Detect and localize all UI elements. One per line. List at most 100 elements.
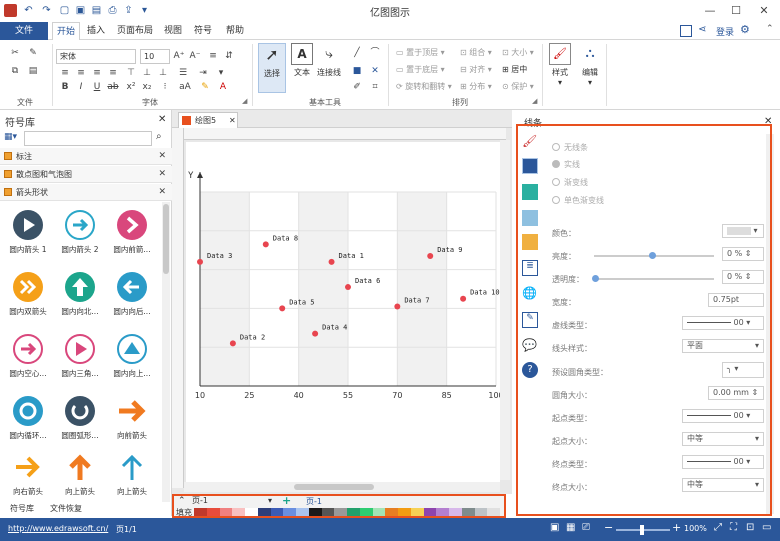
shape-item[interactable]: 圆内双箭头 — [2, 268, 54, 328]
drawing-page[interactable]: Y 10 25 40 55 70 85 100 Data 8 Data 3 Data 1 Data 9… — [186, 142, 504, 482]
shape-item[interactable]: 圆内箭头 1 — [2, 206, 54, 266]
width-input[interactable]: 0.75pt — [708, 293, 764, 307]
case-icon[interactable]: aA — [178, 80, 192, 94]
cut-icon[interactable]: ✂ — [8, 46, 22, 60]
window-icon[interactable]: ▭ — [762, 522, 771, 533]
font-name-select[interactable]: 宋体 — [56, 49, 136, 64]
minimize-button[interactable]: — — [700, 3, 720, 19]
bottom-align-icon[interactable]: ⊥ — [156, 66, 170, 80]
align-right-icon[interactable]: ≡ — [90, 66, 104, 80]
chevron-up-icon[interactable]: ⌃ — [178, 496, 186, 506]
align-button[interactable]: ⊟ 对齐 ▾ — [460, 64, 492, 75]
page-pane-icon[interactable]: ≣ — [522, 260, 538, 276]
tab-home[interactable]: 开始 — [52, 22, 80, 40]
redo-icon[interactable]: ↷ — [40, 4, 53, 17]
tab-insert[interactable]: 插入 — [82, 22, 110, 40]
help-pane-icon[interactable]: ? — [522, 362, 538, 378]
bold-icon[interactable]: B — [58, 80, 72, 94]
size-button[interactable]: ⊡ 大小 ▾ — [502, 47, 534, 58]
print-icon[interactable]: ⎙ — [106, 4, 119, 17]
center-button[interactable]: ⊞ 居中 — [502, 64, 527, 75]
save-icon[interactable]: ▤ — [90, 4, 103, 17]
font-dialog-launcher-icon[interactable]: ◢ — [242, 97, 247, 105]
maximize-button[interactable]: ☐ — [726, 3, 746, 19]
distribute-button[interactable]: ⊞ 分布 ▾ — [460, 81, 492, 92]
presentation-icon[interactable]: ⎚ — [582, 522, 590, 533]
shape-item[interactable]: 圆内向北... — [54, 268, 106, 328]
shape-item[interactable]: 圆内前箭... — [106, 206, 158, 266]
select-tool-button[interactable]: ➚ 选择 — [258, 43, 286, 93]
transparency-input[interactable]: 0 % ⇕ — [722, 270, 764, 284]
document-tab[interactable]: 绘图5 ✕ — [178, 112, 238, 128]
close-icon[interactable]: ✕ — [229, 113, 236, 128]
shape-item[interactable]: 圆内向后... — [106, 268, 158, 328]
shape-item[interactable]: 圆内箭头 2 — [54, 206, 106, 266]
round-type-select[interactable]: ╮ ▾ — [722, 362, 764, 378]
rotate-flip-button[interactable]: ⟳ 旋转和翻转 ▾ — [396, 81, 452, 92]
category-scatter-bubble[interactable]: 散点图和气泡图 ✕ — [0, 166, 172, 183]
cross-tool-icon[interactable]: ✕ — [368, 64, 382, 78]
crop-tool-icon[interactable]: ⌗ — [368, 80, 382, 94]
radio-no-line[interactable] — [552, 143, 560, 151]
zoom-out-icon[interactable]: − — [604, 521, 613, 534]
font-size-select[interactable]: 10 — [140, 49, 170, 64]
comment-pane-icon[interactable]: 💬 — [522, 338, 538, 354]
page-tab[interactable]: 页-1 — [306, 496, 322, 507]
align-center-icon[interactable]: ≡ — [74, 66, 88, 80]
fullscreen-icon[interactable]: ⛶ — [730, 522, 737, 533]
settings-icon[interactable]: ⚙ — [740, 23, 750, 36]
fit-page-icon[interactable]: ▣ — [550, 522, 559, 533]
radio-mono-gradient[interactable] — [552, 196, 560, 204]
color-palette[interactable] — [194, 508, 500, 516]
font-color-icon[interactable]: A — [216, 80, 230, 94]
hyperlink-pane-icon[interactable]: 🌐 — [522, 286, 538, 302]
shape-item[interactable]: 圆内向上... — [106, 330, 158, 390]
superscript-icon[interactable]: x² — [124, 80, 138, 94]
close-icon[interactable]: ✕ — [158, 184, 166, 201]
shape-item[interactable]: 向右箭头 — [2, 448, 54, 498]
close-button[interactable]: ✕ — [754, 3, 774, 19]
shrink-font-icon[interactable]: A⁻ — [188, 49, 202, 63]
subscript-icon[interactable]: x₂ — [140, 80, 154, 94]
copy-icon[interactable]: ⧉ — [8, 64, 22, 78]
color-picker[interactable]: ▾ — [722, 224, 764, 238]
category-arrow-shapes[interactable]: 箭头形状 ✕ — [0, 184, 172, 201]
radio-solid-line[interactable] — [552, 160, 560, 168]
edit-button[interactable]: ⛬ 编辑 ▾ — [576, 43, 604, 93]
close-icon[interactable]: ✕ — [158, 166, 166, 183]
shape-item[interactable]: 向前箭头 — [106, 392, 158, 452]
format-painter-icon[interactable]: ✎ — [26, 46, 40, 60]
quick-access-more-icon[interactable]: ▾ — [138, 4, 151, 17]
arrange-dialog-launcher-icon[interactable]: ◢ — [532, 97, 537, 105]
bullets-icon[interactable]: ☰ — [176, 66, 190, 80]
more-para-icon[interactable]: ▾ — [214, 66, 228, 80]
cap-style-select[interactable]: 平面 ▾ — [682, 339, 764, 353]
underline-icon[interactable]: U — [90, 80, 104, 94]
indent-icon[interactable]: ⇥ — [196, 66, 210, 80]
shadow-pane-icon[interactable] — [522, 184, 538, 200]
justify-icon[interactable]: ≡ — [106, 66, 120, 80]
new-file-icon[interactable]: ▢ — [58, 4, 71, 17]
top-align-icon[interactable]: ⊤ — [124, 66, 138, 80]
protect-button[interactable]: ⊙ 保护 ▾ — [502, 81, 534, 92]
close-icon[interactable]: ✕ — [158, 148, 166, 165]
style-button[interactable]: 🖌 样式 ▾ — [546, 43, 574, 93]
login-link[interactable]: 登录 — [716, 25, 734, 38]
zoom-slider[interactable] — [616, 525, 670, 535]
shape-item[interactable]: 圆内循环... — [2, 392, 54, 452]
page-select[interactable]: 页-1 ▾ — [192, 496, 274, 506]
grow-font-icon[interactable]: A⁺ — [172, 49, 186, 63]
align-left-icon[interactable]: ≡ — [58, 66, 72, 80]
connector-tool-button[interactable]: ⤷ 连接线 — [314, 43, 344, 93]
tab-page-layout[interactable]: 页面布局 — [114, 22, 156, 40]
bring-to-front-button[interactable]: ▭ 置于顶层 ▾ — [396, 47, 445, 58]
search-icon[interactable]: ⌕ — [156, 131, 162, 142]
library-close-icon[interactable]: ✕ — [158, 114, 166, 125]
layer-pane-icon[interactable] — [522, 234, 538, 250]
vertical-scrollbar[interactable] — [500, 140, 510, 480]
tab-view[interactable]: 视图 — [160, 22, 186, 40]
rectangle-tool-icon[interactable]: ■ — [350, 64, 364, 78]
group-button[interactable]: ⊡ 组合 ▾ — [460, 47, 492, 58]
bullet-list-icon[interactable]: ⁝ — [158, 80, 172, 94]
strikethrough-icon[interactable]: ab — [106, 80, 120, 94]
